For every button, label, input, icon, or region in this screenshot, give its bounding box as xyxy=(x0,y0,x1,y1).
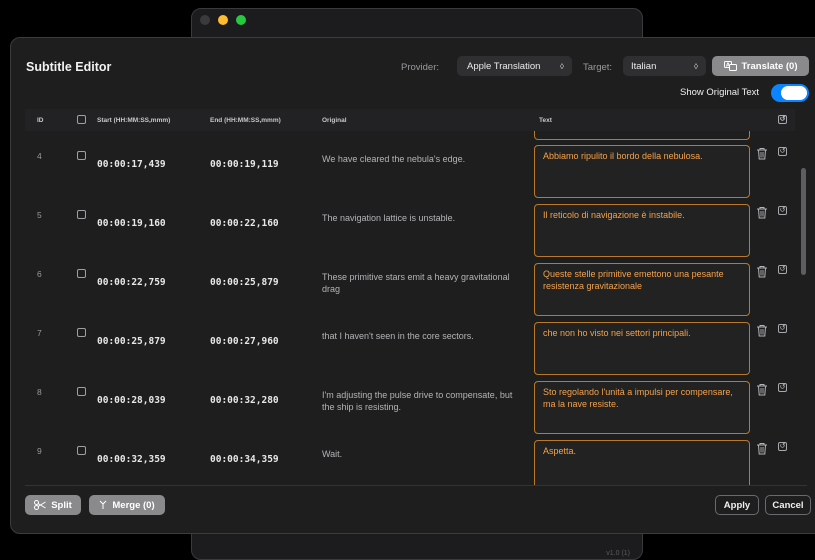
col-original: Original xyxy=(322,117,347,124)
row-checkbox[interactable] xyxy=(77,446,86,455)
row-id: 8 xyxy=(37,387,42,397)
version-label: v1.0 (1) xyxy=(606,550,630,557)
translation-text-field[interactable]: Queste stelle primitive emettono una pes… xyxy=(534,263,750,316)
table-row: 4 00:00:17,439 00:00:19,119 We have clea… xyxy=(25,142,795,201)
revert-icon[interactable]: ↺ xyxy=(778,442,787,451)
end-time[interactable]: 00:00:19,119 xyxy=(210,159,279,170)
start-time[interactable]: 00:00:28,039 xyxy=(97,395,166,406)
start-time[interactable]: 00:00:32,359 xyxy=(97,454,166,465)
col-id: ID xyxy=(37,117,44,124)
original-text: that I haven't seen in the core sectors. xyxy=(322,331,474,341)
trash-icon[interactable] xyxy=(756,383,768,396)
svg-text:A: A xyxy=(726,63,730,69)
row-checkbox[interactable] xyxy=(77,269,86,278)
end-time[interactable]: 00:00:34,359 xyxy=(210,454,279,465)
table-row: 8 00:00:28,039 00:00:32,280 I'm adjustin… xyxy=(25,378,795,437)
row-checkbox[interactable] xyxy=(77,151,86,160)
select-all-checkbox[interactable] xyxy=(77,115,86,124)
subtitle-editor-sheet: Subtitle Editor Provider: Apple Translat… xyxy=(10,37,815,534)
revert-icon[interactable]: ↺ xyxy=(778,324,787,333)
trash-icon[interactable] xyxy=(756,147,768,160)
row-checkbox[interactable] xyxy=(77,210,86,219)
revert-icon[interactable]: ↺ xyxy=(778,383,787,392)
row-id: 5 xyxy=(37,210,42,220)
show-original-label: Show Original Text xyxy=(680,87,760,98)
row-checkbox[interactable] xyxy=(77,387,86,396)
original-text: We have cleared the nebula's edge. xyxy=(322,154,466,164)
col-end: End (HH:MM:SS,mmm) xyxy=(210,117,281,124)
split-button[interactable]: Split xyxy=(25,495,81,515)
show-original-toggle[interactable] xyxy=(771,84,809,102)
table-row: 5 00:00:19,160 00:00:22,160 The navigati… xyxy=(25,201,795,260)
row-checkbox[interactable] xyxy=(77,328,86,337)
trash-icon[interactable] xyxy=(756,324,768,337)
end-time[interactable]: 00:00:25,879 xyxy=(210,277,279,288)
close-light[interactable] xyxy=(200,15,210,25)
apply-button[interactable]: Apply xyxy=(715,495,759,515)
translate-button[interactable]: A Translate (0) xyxy=(712,56,809,76)
row-id: 6 xyxy=(37,269,42,279)
row-id: 4 xyxy=(37,151,42,161)
table-row: 7 00:00:25,879 00:00:27,960 that I haven… xyxy=(25,319,795,378)
start-time[interactable]: 00:00:22,759 xyxy=(97,277,166,288)
original-text: Wait. xyxy=(322,449,343,459)
trash-icon[interactable] xyxy=(756,206,768,219)
col-start: Start (HH:MM:SS,mmm) xyxy=(97,117,171,124)
translation-text-field[interactable]: Aspetta. xyxy=(534,440,750,485)
previous-row-text-box[interactable] xyxy=(534,131,750,140)
scissors-icon xyxy=(34,500,46,510)
split-label: Split xyxy=(51,499,72,511)
table-scrollbar[interactable] xyxy=(801,168,806,275)
row-id: 7 xyxy=(37,328,42,338)
provider-label: Provider: xyxy=(401,62,440,73)
merge-label: Merge (0) xyxy=(112,499,155,511)
target-label: Target: xyxy=(583,62,613,73)
end-time[interactable]: 00:00:22,160 xyxy=(210,218,279,229)
chevron-updown-icon: ◊ xyxy=(694,61,698,71)
target-value: Italian xyxy=(631,60,657,72)
revert-icon[interactable]: ↺ xyxy=(778,147,787,156)
page-title: Subtitle Editor xyxy=(26,60,112,74)
trash-icon[interactable] xyxy=(756,442,768,455)
merge-button[interactable]: Merge (0) xyxy=(89,495,165,515)
original-text: I'm adjusting the pulse drive to compens… xyxy=(322,390,513,412)
original-text: The navigation lattice is unstable. xyxy=(322,213,456,223)
translation-text-field[interactable]: che non ho visto nei settori principali. xyxy=(534,322,750,375)
table-row: 6 00:00:22,759 00:00:25,879 These primit… xyxy=(25,260,795,319)
translation-text-field[interactable]: Abbiamo ripulito il bordo della nebulosa… xyxy=(534,145,750,198)
start-time[interactable]: 00:00:19,160 xyxy=(97,218,166,229)
target-select[interactable]: Italian ◊ xyxy=(623,56,706,76)
translate-icon: A xyxy=(723,61,737,71)
translate-label: Translate (0) xyxy=(741,60,798,72)
start-time[interactable]: 00:00:17,439 xyxy=(97,159,166,170)
merge-icon xyxy=(100,500,107,509)
trash-icon[interactable] xyxy=(756,265,768,278)
provider-value: Apple Translation xyxy=(467,60,541,72)
end-time[interactable]: 00:00:27,960 xyxy=(210,336,279,347)
zoom-light[interactable] xyxy=(236,15,246,25)
footer-divider xyxy=(25,485,807,486)
table-row: 9 00:00:32,359 00:00:34,359 Wait. Aspett… xyxy=(25,437,795,485)
revert-icon[interactable]: ↺ xyxy=(778,206,787,215)
provider-select[interactable]: Apple Translation ◊ xyxy=(457,56,572,76)
minimize-light[interactable] xyxy=(218,15,228,25)
traffic-lights xyxy=(200,15,246,25)
col-text: Text xyxy=(539,117,552,124)
table-header: ID Start (HH:MM:SS,mmm) End (HH:MM:SS,mm… xyxy=(25,109,795,131)
translation-text-field[interactable]: Il reticolo di navigazione è instabile. xyxy=(534,204,750,257)
revert-icon[interactable]: ↺ xyxy=(778,265,787,274)
revert-all-icon[interactable]: ↺ xyxy=(778,115,787,124)
translation-text-field[interactable]: Sto regolando l'unità a impulsi per comp… xyxy=(534,381,750,434)
subtitle-table: ID Start (HH:MM:SS,mmm) End (HH:MM:SS,mm… xyxy=(25,109,795,485)
chevron-updown-icon: ◊ xyxy=(560,61,564,71)
row-id: 9 xyxy=(37,446,42,456)
cancel-button[interactable]: Cancel xyxy=(765,495,811,515)
start-time[interactable]: 00:00:25,879 xyxy=(97,336,166,347)
end-time[interactable]: 00:00:32,280 xyxy=(210,395,279,406)
original-text: These primitive stars emit a heavy gravi… xyxy=(322,272,510,294)
